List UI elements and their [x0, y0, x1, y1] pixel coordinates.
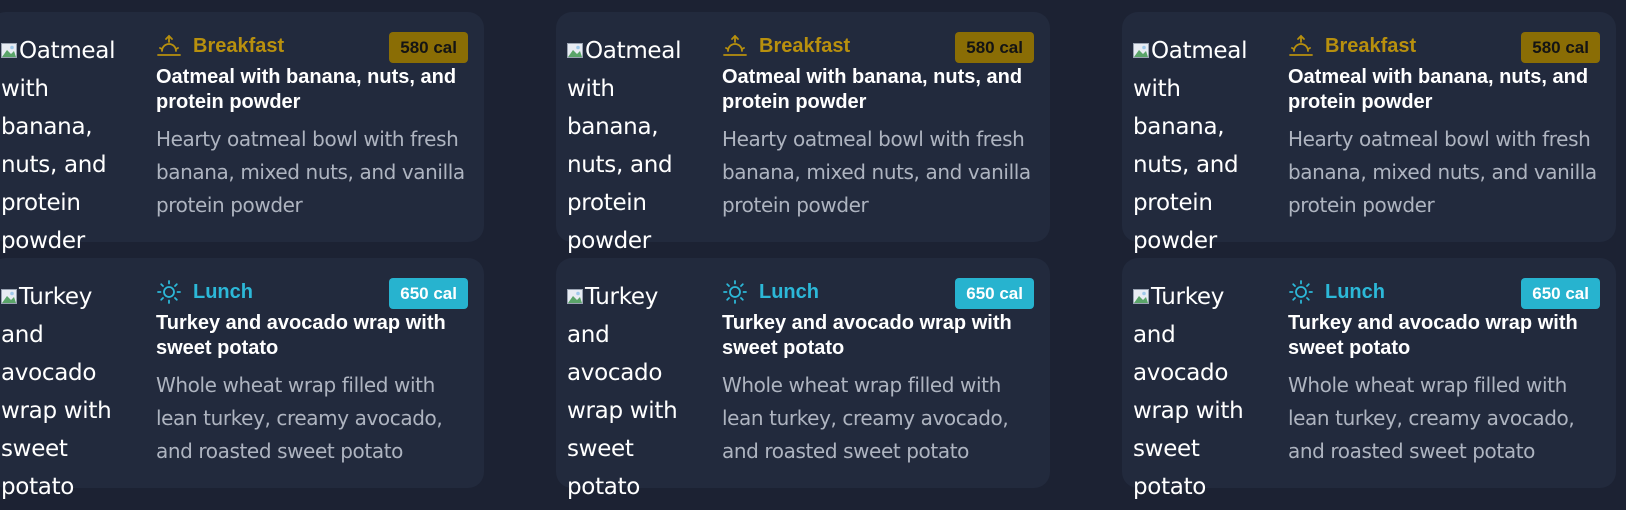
meal-description: Hearty oatmeal bowl with fresh banana, m… [722, 127, 1031, 217]
meal-image: Oatmeal with banana, nuts, and protein p… [567, 38, 682, 254]
sunrise-icon [1289, 34, 1313, 56]
meal-title: Turkey and avocado wrap with sweet potat… [156, 312, 446, 359]
meal-description: Hearty oatmeal bowl with fresh banana, m… [1288, 127, 1597, 217]
calorie-badge: 580 cal [955, 32, 1034, 63]
meal-type-label: Lunch [193, 280, 253, 303]
meal-card-breakfast[interactable]: Oatmeal with banana, nuts, and protein p… [1122, 12, 1616, 254]
meal-image: Oatmeal with banana, nuts, and protein p… [1, 38, 116, 254]
sun-icon [1289, 280, 1313, 304]
meal-type-label: Lunch [759, 280, 819, 303]
meal-type-label: Breakfast [193, 34, 285, 57]
broken-image-icon [1133, 289, 1150, 305]
meal-title: Turkey and avocado wrap with sweet potat… [1288, 312, 1578, 359]
meal-card-lunch[interactable]: Turkey and avocado wrap with sweet potat… [0, 258, 484, 500]
meal-title: Oatmeal with banana, nuts, and protein p… [1288, 66, 1589, 113]
meal-card-breakfast[interactable]: Oatmeal with banana, nuts, and protein p… [556, 12, 1050, 254]
calorie-badge: 650 cal [1521, 278, 1600, 309]
meal-image: Turkey and avocado wrap with sweet potat… [1, 284, 112, 500]
sunrise-icon [157, 34, 181, 56]
sunrise-icon [723, 34, 747, 56]
meal-image: Turkey and avocado wrap with sweet potat… [567, 284, 678, 500]
meal-description: Whole wheat wrap filled with lean turkey… [156, 373, 443, 463]
meal-title: Oatmeal with banana, nuts, and protein p… [156, 66, 457, 113]
sun-icon [723, 280, 747, 304]
meal-card-breakfast[interactable]: Oatmeal with banana, nuts, and protein p… [0, 12, 484, 254]
meal-title: Turkey and avocado wrap with sweet potat… [722, 312, 1012, 359]
calorie-badge: 580 cal [389, 32, 468, 63]
meal-type-label: Breakfast [1325, 34, 1417, 57]
calorie-badge: 650 cal [955, 278, 1034, 309]
broken-image-icon [1, 43, 18, 59]
broken-image-icon [1, 289, 18, 305]
meal-grid: Oatmeal with banana, nuts, and protein p… [0, 0, 1626, 510]
meal-description: Whole wheat wrap filled with lean turkey… [722, 373, 1009, 463]
broken-image-icon [567, 43, 584, 59]
meal-description: Whole wheat wrap filled with lean turkey… [1288, 373, 1575, 463]
meal-description: Hearty oatmeal bowl with fresh banana, m… [156, 127, 465, 217]
meal-type-label: Breakfast [759, 34, 851, 57]
meal-title: Oatmeal with banana, nuts, and protein p… [722, 66, 1023, 113]
calorie-badge: 580 cal [1521, 32, 1600, 63]
meal-card-lunch[interactable]: Turkey and avocado wrap with sweet potat… [1122, 258, 1616, 500]
meal-image: Turkey and avocado wrap with sweet potat… [1133, 284, 1244, 500]
broken-image-icon [567, 289, 584, 305]
meal-image: Oatmeal with banana, nuts, and protein p… [1133, 38, 1248, 254]
meal-card-lunch[interactable]: Turkey and avocado wrap with sweet potat… [556, 258, 1050, 500]
calorie-badge: 650 cal [389, 278, 468, 309]
meal-type-label: Lunch [1325, 280, 1385, 303]
sun-icon [157, 280, 181, 304]
broken-image-icon [1133, 43, 1150, 59]
